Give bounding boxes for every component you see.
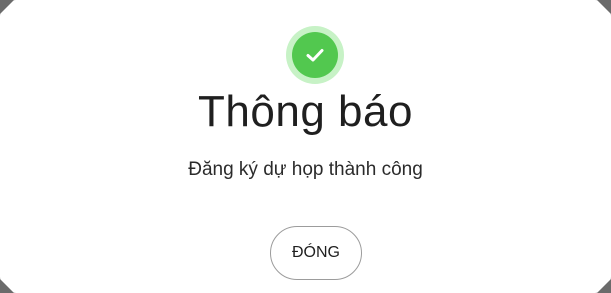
bottom-left-corner <box>0 279 14 293</box>
corner-shading <box>0 0 611 293</box>
top-left-corner <box>0 0 14 14</box>
bottom-right-corner <box>597 279 611 293</box>
top-right-corner <box>597 0 611 14</box>
